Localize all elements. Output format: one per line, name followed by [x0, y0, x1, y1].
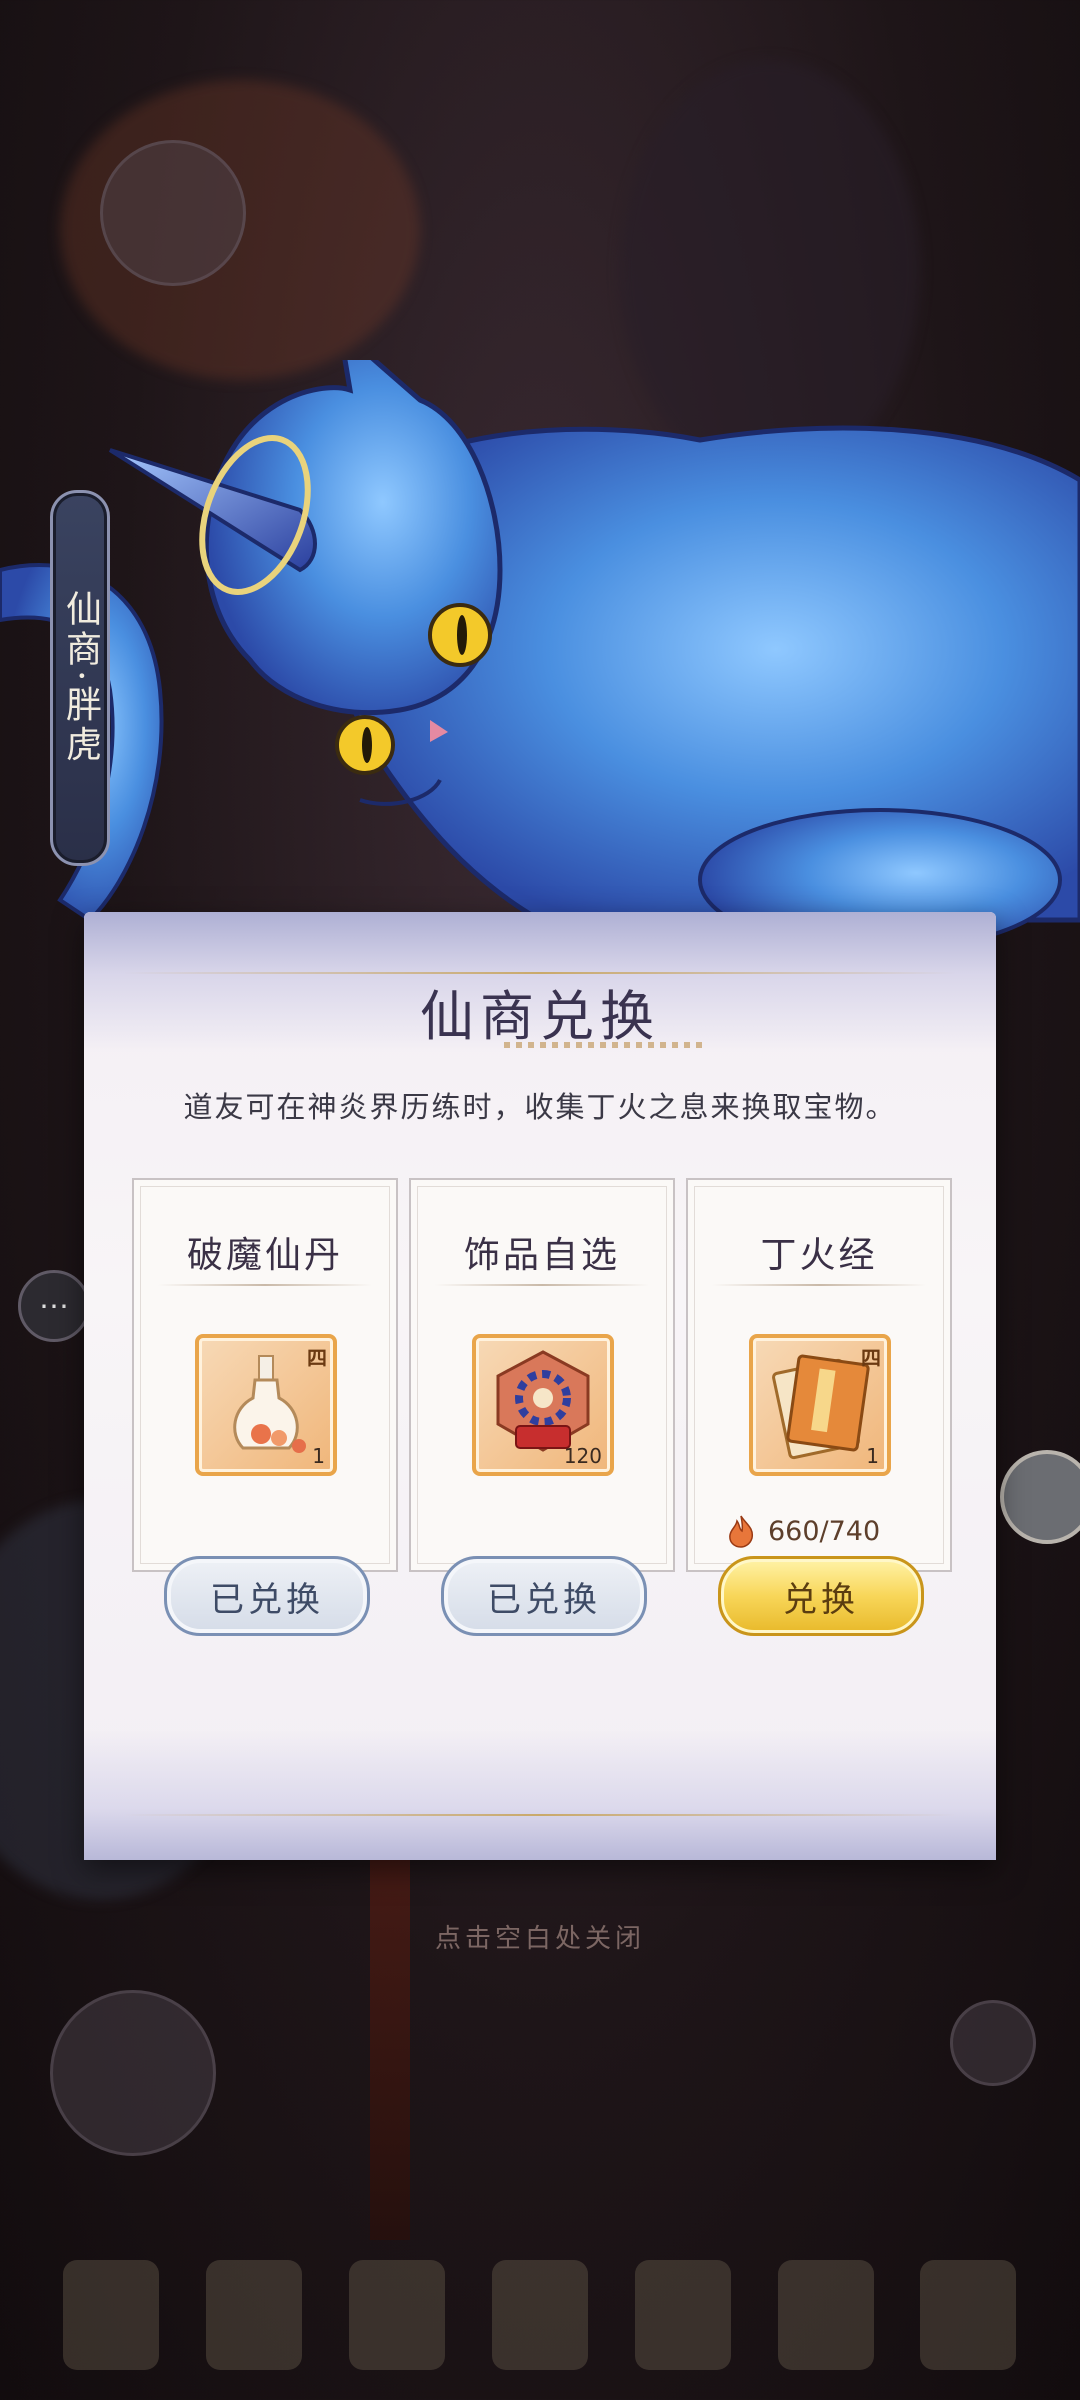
nav-item[interactable] [920, 2260, 1017, 2370]
exchange-item-card: 破魔仙丹 四 1 已兑换 [132, 1178, 398, 1636]
bottom-nav-bar [0, 2230, 1080, 2400]
exchange-item-card: 丁火经 四 1 660/740 兑换 [686, 1178, 952, 1636]
card-divider [712, 1284, 926, 1286]
exchanged-button[interactable]: 已兑换 [441, 1556, 647, 1636]
panel-bottom-divider [124, 1814, 956, 1816]
exchange-button[interactable]: 兑换 [718, 1556, 924, 1636]
nav-item[interactable] [63, 2260, 160, 2370]
background-side-icon [950, 2000, 1036, 2086]
close-hint[interactable]: 点击空白处关闭 [0, 1918, 1080, 1955]
background-pillar [370, 1820, 410, 2240]
item-slot[interactable]: 四 1 [195, 1334, 337, 1476]
item-name: 破魔仙丹 [186, 1235, 343, 1276]
flame-icon [729, 1515, 754, 1548]
panel-description: 道友可在神炎界历练时，收集丁火之息来换取宝物。 [183, 1090, 897, 1124]
exchange-panel: 仙商兑换 道友可在神炎界历练时，收集丁火之息来换取宝物。 破魔仙丹 四 1 已兑… [84, 912, 996, 1860]
exchange-item-list: 破魔仙丹 四 1 已兑换 饰品自选 120 已兑换 丁火经 四 1 660/74… [132, 1178, 958, 1636]
item-slot[interactable]: 四 1 [749, 1334, 891, 1476]
background-map-icon [100, 140, 246, 286]
item-quantity: 1 [312, 1444, 325, 1468]
item-name: 饰品自选 [463, 1235, 620, 1276]
nav-item[interactable] [206, 2260, 303, 2370]
exchange-cost-value: 660/740 [768, 1515, 881, 1547]
background-portrait-icon [50, 1990, 216, 2156]
item-tier-badge: 四 [861, 1346, 881, 1370]
nav-item[interactable] [349, 2260, 446, 2370]
card-divider [435, 1284, 649, 1286]
title-ornament [504, 1042, 704, 1048]
exchanged-button[interactable]: 已兑换 [164, 1556, 370, 1636]
exchange-cost: 660/740 [724, 1514, 880, 1548]
item-slot[interactable]: 120 [472, 1334, 614, 1476]
item-tier-badge: 四 [307, 1346, 327, 1370]
nav-item[interactable] [491, 2260, 588, 2370]
panel-title: 仙商兑换 [420, 985, 660, 1048]
chat-icon[interactable]: ⋯ [18, 1270, 90, 1342]
merchant-name-tag: 仙商·胖虎 [50, 490, 110, 866]
nav-item[interactable] [634, 2260, 731, 2370]
nav-item[interactable] [777, 2260, 874, 2370]
item-quantity: 1 [866, 1444, 879, 1468]
exchange-item-card: 饰品自选 120 已兑换 [409, 1178, 675, 1636]
item-name: 丁火经 [760, 1235, 878, 1276]
item-quantity: 120 [563, 1444, 602, 1468]
card-divider [158, 1284, 372, 1286]
